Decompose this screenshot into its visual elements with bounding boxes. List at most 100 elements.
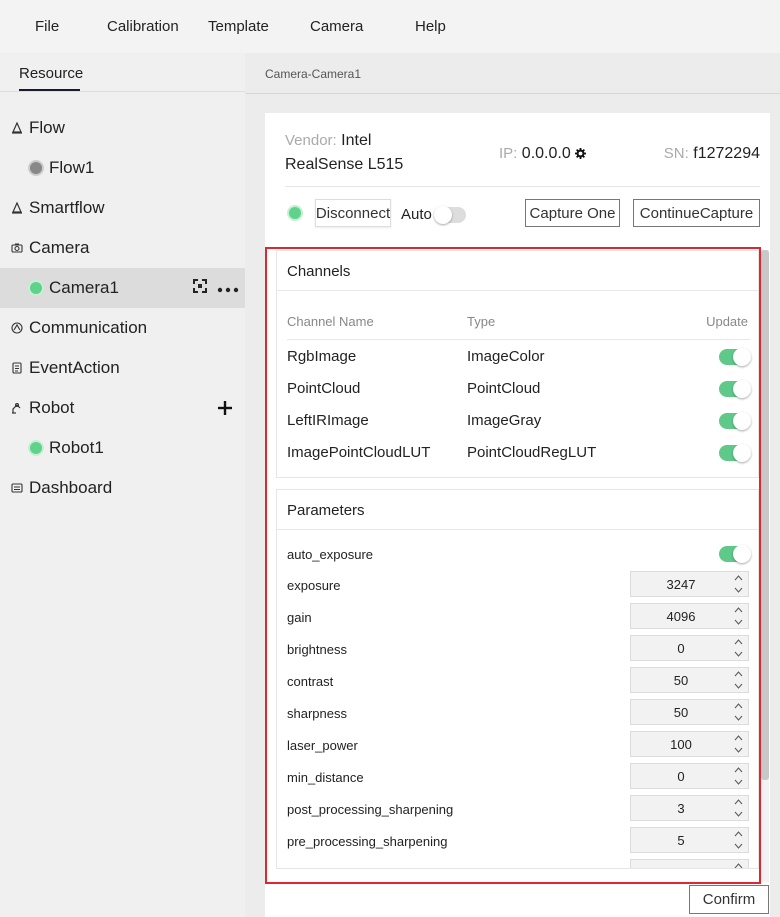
chevron-up-icon[interactable] (729, 572, 748, 584)
tree-item-camera[interactable]: Camera (0, 228, 245, 268)
channel-name: RgbImage (287, 348, 357, 365)
tree-item-communication[interactable]: Communication (0, 308, 245, 348)
tree-item-eventaction[interactable]: EventAction (0, 348, 245, 388)
tree-item-robot[interactable]: Robot (0, 388, 245, 428)
menu-help[interactable]: Help (415, 18, 446, 35)
channels-title: Channels (287, 263, 351, 280)
scrollbar-thumb[interactable] (761, 250, 769, 780)
param-name: auto_exposure (287, 547, 374, 562)
ip-settings-gear-icon[interactable] (575, 146, 587, 164)
chevron-up-icon[interactable] (729, 668, 748, 680)
chevron-up-icon[interactable] (729, 764, 748, 776)
update-toggle[interactable] (719, 380, 751, 398)
chevron-up-icon[interactable] (729, 700, 748, 712)
vendor-line: Vendor: Intel (285, 132, 371, 150)
chevron-up-icon[interactable] (729, 604, 748, 616)
tree-item-dashboard[interactable]: Dashboard (0, 468, 245, 508)
channel-name: LeftIRImage (287, 412, 369, 429)
param-value-stepper[interactable]: 3 (630, 795, 749, 821)
param-value-stepper[interactable]: 0 (630, 763, 749, 789)
channel-type: PointCloud (467, 380, 541, 397)
confirm-button[interactable]: Confirm (689, 885, 769, 914)
param-value-stepper[interactable]: 100 (630, 731, 749, 757)
ip-value: 0.0.0.0 (521, 145, 571, 162)
update-toggle[interactable] (719, 412, 751, 430)
column-header-channel-name: Channel Name (287, 314, 374, 329)
event-action-icon (11, 362, 23, 374)
chevron-down-icon[interactable] (729, 648, 748, 660)
tree-item-label: EventAction (29, 358, 120, 377)
param-name: min_distance (287, 770, 364, 785)
param-value: 100 (670, 737, 692, 752)
chevron-up-icon[interactable] (729, 860, 748, 868)
sn-label: SN: (663, 145, 689, 162)
add-robot-icon[interactable] (217, 400, 233, 421)
sn-value: f1272294 (693, 145, 760, 162)
chevron-down-icon[interactable] (729, 584, 748, 596)
param-name: contrast (287, 674, 334, 689)
info-divider (285, 186, 760, 187)
tree-item-robot1[interactable]: Robot1 (0, 428, 245, 468)
chevron-down-icon[interactable] (729, 712, 748, 724)
param-value: 50 (673, 705, 689, 720)
tree-item-camera1[interactable]: Camera1 (0, 268, 245, 308)
param-value-stepper[interactable]: 4096 (630, 603, 749, 629)
chevron-up-icon[interactable] (729, 732, 748, 744)
tree-item-label: Robot1 (49, 438, 104, 457)
sidebar-divider (0, 91, 245, 92)
param-name: exposure (287, 578, 341, 593)
menu-calibration[interactable]: Calibration (107, 18, 179, 35)
tree-item-flow1[interactable]: Flow1 (0, 148, 245, 188)
chevron-down-icon[interactable] (729, 680, 748, 692)
channels-header-divider (287, 339, 750, 340)
param-value-stepper[interactable]: 50 (630, 699, 749, 725)
robot-icon (11, 402, 23, 414)
channel-type: PointCloudRegLUT (467, 444, 597, 461)
channels-section: Channels Channel Name Type Update RgbIma… (276, 250, 759, 478)
auto-toggle[interactable] (434, 206, 466, 224)
status-dot-icon (30, 442, 42, 454)
chevron-down-icon[interactable] (729, 776, 748, 788)
communication-icon (11, 322, 23, 334)
chevron-down-icon[interactable] (729, 744, 748, 756)
menu-file[interactable]: File (35, 18, 59, 35)
param-value-stepper[interactable]: 50 (630, 667, 749, 693)
menu-camera[interactable]: Camera (310, 18, 363, 35)
disconnect-button[interactable]: Disconnect (315, 199, 391, 227)
chevron-up-icon[interactable] (729, 636, 748, 648)
chevron-up-icon[interactable] (729, 828, 748, 840)
auto-exposure-toggle[interactable] (719, 545, 751, 563)
param-value-stepper[interactable]: 4 (630, 859, 749, 868)
update-toggle[interactable] (719, 348, 751, 366)
resource-sidebar: Resource Flow Flow1 Smartflow Camera Cam… (0, 53, 245, 917)
breadcrumb: Camera-Camera1 (265, 67, 362, 81)
chevron-down-icon[interactable] (729, 808, 748, 820)
param-value-stepper[interactable]: 5 (630, 827, 749, 853)
param-value: 5 (677, 833, 685, 848)
continue-capture-button[interactable]: ContinueCapture (633, 199, 760, 227)
expand-icon[interactable] (193, 278, 207, 298)
param-name: sharpness (287, 706, 347, 721)
param-value-stepper[interactable]: 3247 (630, 571, 749, 597)
connection-status-icon (289, 207, 301, 219)
chevron-down-icon[interactable] (729, 616, 748, 628)
tree-item-flow[interactable]: Flow (0, 108, 245, 148)
param-value-stepper[interactable]: 0 (630, 635, 749, 661)
tree-item-label: Communication (29, 318, 148, 337)
chevron-down-icon[interactable] (729, 840, 748, 852)
main-divider (245, 93, 780, 94)
update-toggle[interactable] (719, 444, 751, 462)
menu-template[interactable]: Template (208, 18, 269, 35)
tree-item-smartflow[interactable]: Smartflow (0, 188, 245, 228)
tree-item-label: Robot (29, 398, 75, 417)
param-value: 3 (677, 801, 685, 816)
auto-label: Auto (401, 206, 432, 223)
tree-item-label: Dashboard (29, 478, 113, 497)
tab-resource[interactable]: Resource (19, 65, 83, 82)
chevron-up-icon[interactable] (729, 796, 748, 808)
capture-one-button[interactable]: Capture One (525, 199, 620, 227)
vendor-label: Vendor: (285, 132, 337, 149)
tree-item-label: Camera1 (49, 278, 119, 297)
more-options-icon[interactable] (217, 278, 239, 298)
ip-line: IP: 0.0.0.0 (499, 145, 587, 164)
